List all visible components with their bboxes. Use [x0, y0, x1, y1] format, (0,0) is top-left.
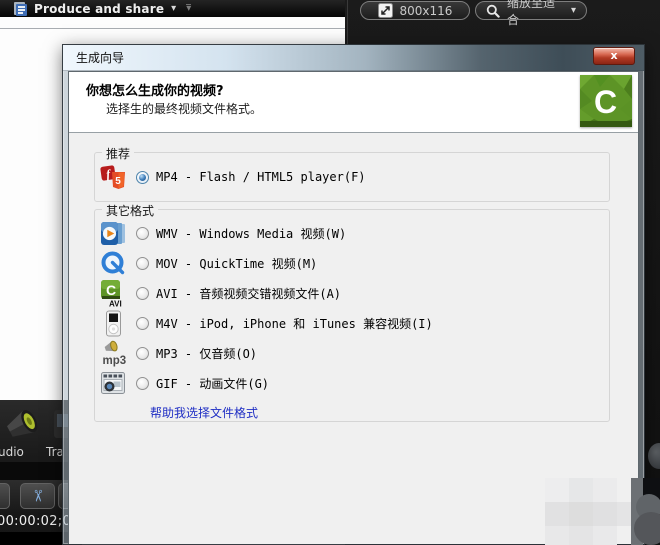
format-option-label[interactable]: GIF - 动画文件(G)	[156, 375, 269, 392]
format-option-row: WMV - Windows Media 视频(W)	[95, 218, 609, 248]
format-option-label[interactable]: AVI - 音频视频交错视频文件(A)	[156, 285, 341, 302]
format-option-row: M4V - iPod, iPhone 和 iTunes 兼容视频(I)	[95, 308, 609, 338]
dialog-heading: 你想怎么生成你的视频?	[86, 80, 224, 99]
svg-text:mp3: mp3	[103, 355, 127, 367]
close-x-icon: x	[610, 49, 617, 62]
panel-divider-line	[0, 28, 345, 29]
cut-button[interactable]: ✂	[20, 483, 55, 509]
format-option-row: MOV - QuickTime 视频(M)	[95, 248, 609, 278]
format-option-row: CAVI AVI - 音频视频交错视频文件(A)	[95, 278, 609, 308]
format-option-label[interactable]: MOV - QuickTime 视频(M)	[156, 255, 317, 272]
ipod-icon	[100, 310, 127, 337]
zoom-to-fit-label: 缩放至适合	[507, 0, 564, 28]
windows-media-icon	[100, 220, 127, 247]
other-formats-group-legend: 其它格式	[102, 202, 158, 219]
gif-icon	[100, 370, 127, 397]
close-button[interactable]: x	[593, 47, 635, 65]
zoom-to-fit-button[interactable]: 缩放至适合 ▾	[475, 1, 587, 20]
dialog-title: 生成向导	[76, 45, 124, 71]
produce-toolbar: Produce and share ▾ ▾	[0, 0, 345, 17]
audio-speaker-icon[interactable]	[2, 404, 48, 448]
format-radio[interactable]	[136, 171, 149, 184]
help-choose-format-link[interactable]: 帮助我选择文件格式	[150, 404, 258, 421]
camtasia-logo-icon: C	[580, 75, 632, 127]
dialog-client-area: 你想怎么生成你的视频? 选择生的最终视频文件格式。 C 推荐 f5 MP4 - F…	[68, 71, 639, 544]
canvas-size-label: 800x116	[400, 4, 453, 18]
format-radio[interactable]	[136, 257, 149, 270]
format-option-label[interactable]: M4V - iPod, iPhone 和 iTunes 兼容视频(I)	[156, 315, 433, 332]
audio-tab-label[interactable]: udio	[0, 445, 24, 459]
production-wizard-dialog: 生成向导 x 你想怎么生成你的视频? 选择生的最终视频文件格式。 C 推荐	[62, 44, 645, 545]
zoom-dropdown-caret-icon[interactable]: ▾	[571, 5, 576, 16]
produce-and-share-button[interactable]: Produce and share	[34, 2, 164, 16]
dialog-header: 你想怎么生成你的视频? 选择生的最终视频文件格式。 C	[69, 72, 638, 133]
format-radio[interactable]	[136, 377, 149, 390]
format-radio[interactable]	[136, 227, 149, 240]
recommended-group-legend: 推荐	[102, 145, 134, 162]
svg-text:C: C	[594, 84, 617, 120]
resize-icon	[378, 3, 393, 18]
timeline-button-partial[interactable]	[0, 483, 10, 509]
format-option-row: f5 MP4 - Flash / HTML5 player(F)	[95, 162, 609, 192]
mp3-icon: mp3	[100, 340, 127, 367]
format-option-label[interactable]: MP3 - 仅音频(O)	[156, 345, 257, 362]
format-radio[interactable]	[136, 317, 149, 330]
svg-text:5: 5	[115, 176, 121, 187]
recommended-group: 推荐 f5MP4 - Flash / HTML5 player(F)	[94, 152, 610, 202]
produce-and-share-icon	[12, 1, 28, 17]
flash-html5-icon: f5	[100, 164, 127, 191]
produce-dropdown-caret-icon[interactable]: ▾	[171, 3, 176, 14]
scissors-icon: ✂	[26, 489, 50, 502]
format-option-label[interactable]: WMV - Windows Media 视频(W)	[156, 225, 346, 242]
panel-divider	[347, 0, 348, 44]
format-radio[interactable]	[136, 287, 149, 300]
avi-icon: CAVI	[100, 280, 127, 307]
camtasia-produce-screen: { "toolbar": { "produce_and_share_label"…	[0, 0, 660, 545]
other-formats-group: 其它格式 WMV - Windows Media 视频(W)MOV - Quic…	[94, 209, 610, 422]
svg-text:AVI: AVI	[109, 299, 122, 307]
format-option-row: mp3 MP3 - 仅音频(O)	[95, 338, 609, 368]
svg-text:C: C	[106, 282, 116, 298]
format-radio[interactable]	[136, 347, 149, 360]
quicktime-icon	[100, 250, 127, 277]
canvas-size-button[interactable]: 800x116	[360, 1, 470, 20]
format-option-row: GIF - 动画文件(G)	[95, 368, 609, 398]
dialog-subheading: 选择生的最终视频文件格式。	[106, 100, 262, 117]
format-option-label[interactable]: MP4 - Flash / HTML5 player(F)	[156, 170, 366, 184]
magnifier-icon	[486, 4, 500, 18]
dialog-titlebar[interactable]: 生成向导 x	[63, 45, 644, 71]
toolbar-options-caret-icon[interactable]: ▾	[186, 4, 191, 13]
